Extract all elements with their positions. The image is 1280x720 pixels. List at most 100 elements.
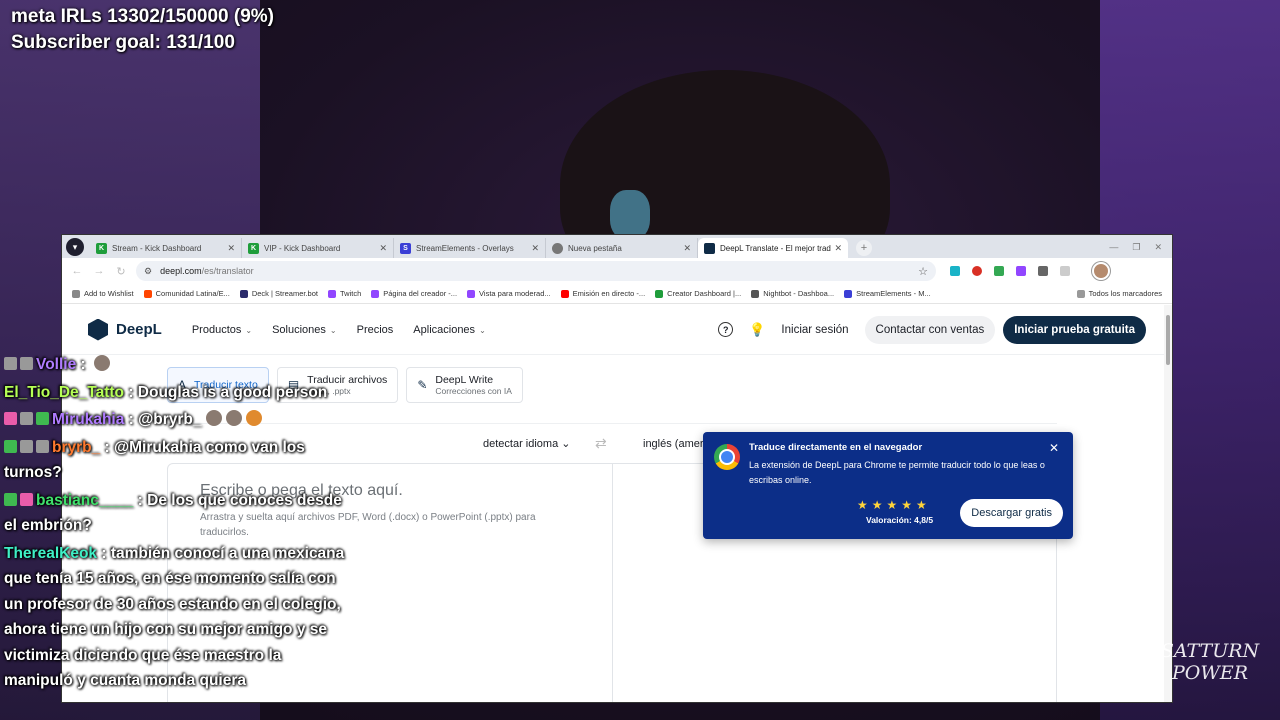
deepl-logo-icon — [88, 318, 108, 341]
swap-languages-icon[interactable]: ⇄ — [595, 435, 607, 452]
url-input[interactable]: ⚙ deepl.com/es/translator ☆ — [136, 261, 936, 281]
shield-icon[interactable] — [994, 266, 1004, 276]
irl-goal-text: meta IRLs 13302/150000 (9%) — [11, 6, 274, 27]
check-badge-icon — [4, 439, 17, 453]
bookmark-item[interactable]: Creator Dashboard |... — [655, 289, 741, 298]
source-language-select[interactable]: detectar idioma ⌄ — [483, 437, 571, 450]
back-icon[interactable]: ← — [70, 265, 84, 277]
chrome-icon — [552, 242, 563, 254]
extensions-bar — [950, 266, 1070, 276]
bookmark-item[interactable]: Add to Wishlist — [72, 289, 134, 298]
nav-products[interactable]: Productos ⌄ — [192, 324, 252, 336]
bookmark-item[interactable]: Página del creador -... — [371, 289, 457, 298]
tab-streamelements[interactable]: S StreamElements - Overlays ✕ — [394, 238, 546, 258]
tab-strip: ▾ K Stream - Kick Dashboard ✕ K VIP - Ki… — [62, 235, 1172, 258]
heart-badge-icon — [4, 412, 17, 425]
close-icon[interactable]: ✕ — [227, 243, 235, 254]
tab-new-tab[interactable]: Nueva pestaña ✕ — [546, 238, 698, 258]
extension-icon[interactable] — [1016, 266, 1026, 276]
bookmark-item[interactable]: Emisión en directo -... — [560, 289, 645, 298]
site-info-icon[interactable]: ⚙ — [144, 266, 152, 277]
deepl-header: DeepL Productos ⌄ Soluciones ⌄ Precios Apl… — [62, 305, 1172, 355]
bookmark-item[interactable]: Nightbot - Dashboa... — [751, 289, 834, 298]
headset — [610, 190, 650, 240]
close-icon[interactable]: ✕ — [379, 243, 387, 254]
close-icon[interactable]: ✕ — [531, 243, 539, 254]
login-link[interactable]: Iniciar sesión — [781, 324, 848, 336]
bookmark-item[interactable]: StreamElements - M... — [844, 289, 931, 298]
tab-deepl-write[interactable]: ✎ DeepL Write Correcciones con IA — [406, 367, 523, 403]
bookmark-item[interactable]: Deck | Streamer.bot — [239, 289, 318, 298]
rating-text: Valoración: 4,8/5 — [866, 515, 934, 525]
check-badge-icon — [4, 492, 17, 506]
contact-sales-button[interactable]: Contactar con ventas — [864, 315, 996, 344]
nav-apps[interactable]: Aplicaciones ⌄ — [413, 324, 485, 336]
puzzle-icon[interactable] — [1060, 266, 1070, 276]
chevron-down-icon: ⌄ — [479, 325, 486, 335]
new-tab-button[interactable]: + — [856, 240, 872, 256]
deepl-icon — [704, 242, 715, 254]
kick-icon: K — [96, 242, 107, 254]
extension-icon[interactable] — [972, 266, 982, 276]
emote-icon — [205, 410, 222, 426]
forward-icon[interactable]: → — [92, 265, 106, 277]
chrome-extension-promo: Traduce directamente en el navegador La … — [703, 432, 1073, 539]
start-trial-button[interactable]: Iniciar prueba gratuita — [1003, 315, 1146, 344]
deepl-logo[interactable]: DeepL — [88, 318, 162, 341]
extension-icon[interactable] — [1038, 266, 1048, 276]
chevron-down-icon: ⌄ — [329, 325, 337, 335]
tab-kick-vip[interactable]: K VIP - Kick Dashboard ✕ — [242, 238, 394, 258]
close-icon[interactable]: ✕ — [834, 243, 842, 254]
kick-icon: K — [248, 242, 259, 254]
reload-icon[interactable]: ↻ — [114, 265, 128, 278]
header-actions: ? 💡 Iniciar sesión Contactar con ventas … — [718, 315, 1146, 344]
badge-icon — [36, 439, 49, 453]
rating-stars: ★★★★★ — [857, 498, 931, 512]
chat-message: El_Tio_De_Tatto : Douglas is a good pers… — [4, 383, 328, 401]
badge-icon — [20, 357, 33, 370]
emote-icon — [93, 355, 110, 371]
download-button[interactable]: Descargar gratis — [960, 499, 1063, 527]
help-icon[interactable]: ? — [718, 322, 734, 337]
nav-pricing[interactable]: Precios — [357, 324, 394, 336]
chevron-down-icon: ⌄ — [245, 325, 253, 335]
chat-message: bryrb_ : @Mirukahia como van los turnos? — [4, 438, 305, 481]
nav-solutions[interactable]: Soluciones ⌄ — [272, 324, 337, 336]
chevron-down-icon: ⌄ — [561, 438, 571, 450]
lightbulb-icon[interactable]: 💡 — [749, 322, 765, 338]
badge-icon — [36, 412, 49, 425]
address-bar-row: ← → ↻ ⚙ deepl.com/es/translator ☆ — [62, 258, 1172, 284]
bookmark-item[interactable]: Twitch — [327, 289, 361, 298]
tab-search-icon[interactable]: ▾ — [66, 238, 84, 256]
tab-deepl[interactable]: DeepL Translate - El mejor trad ✕ — [698, 238, 848, 258]
bookmark-star-icon[interactable]: ☆ — [918, 265, 928, 278]
close-window-icon[interactable]: ✕ — [1154, 242, 1162, 253]
bookmarks-bar: Add to Wishlist Comunidad Latina/E... De… — [62, 284, 1172, 304]
close-icon[interactable]: ✕ — [683, 243, 691, 254]
main-nav: Productos ⌄ Soluciones ⌄ Precios Aplicacio… — [192, 324, 486, 336]
scrollbar-thumb[interactable] — [1166, 315, 1170, 365]
emote-icon — [225, 410, 242, 426]
minimize-icon[interactable]: — — [1109, 242, 1118, 253]
maximize-icon[interactable]: ❐ — [1132, 242, 1140, 253]
bookmark-item[interactable]: Vista para moderad... — [467, 289, 551, 298]
chat-message: Vollie : — [4, 352, 354, 378]
extension-icon[interactable] — [950, 266, 960, 276]
all-bookmarks-button[interactable]: Todos los marcadores — [1076, 289, 1162, 298]
target-language-select[interactable]: inglés (ameri — [643, 438, 706, 450]
heart-badge-icon — [20, 492, 33, 506]
bookmark-item[interactable]: Comunidad Latina/E... — [143, 289, 230, 298]
badge-icon — [20, 412, 33, 425]
stream-chat-overlay: Vollie : El_Tio_De_Tatto : Douglas is a … — [4, 352, 354, 696]
subscriber-goal-text: Subscriber goal: 131/100 — [11, 32, 235, 53]
chat-message: TherealKeok : también conocí a una mexic… — [4, 544, 345, 690]
window-controls: — ❐ ✕ — [1109, 242, 1172, 258]
badge-icon — [20, 439, 33, 453]
goal-overlay: meta IRLs 13302/150000 (9%) Subscriber g… — [11, 4, 274, 56]
tab-kick-stream[interactable]: K Stream - Kick Dashboard ✕ — [90, 238, 242, 258]
chat-message: bastianc____ : De los que conoces desde … — [4, 491, 342, 534]
streamelements-icon: S — [400, 242, 411, 254]
avatar[interactable] — [1092, 262, 1110, 280]
close-icon[interactable]: ✕ — [1049, 441, 1059, 455]
folder-icon — [1076, 289, 1085, 298]
